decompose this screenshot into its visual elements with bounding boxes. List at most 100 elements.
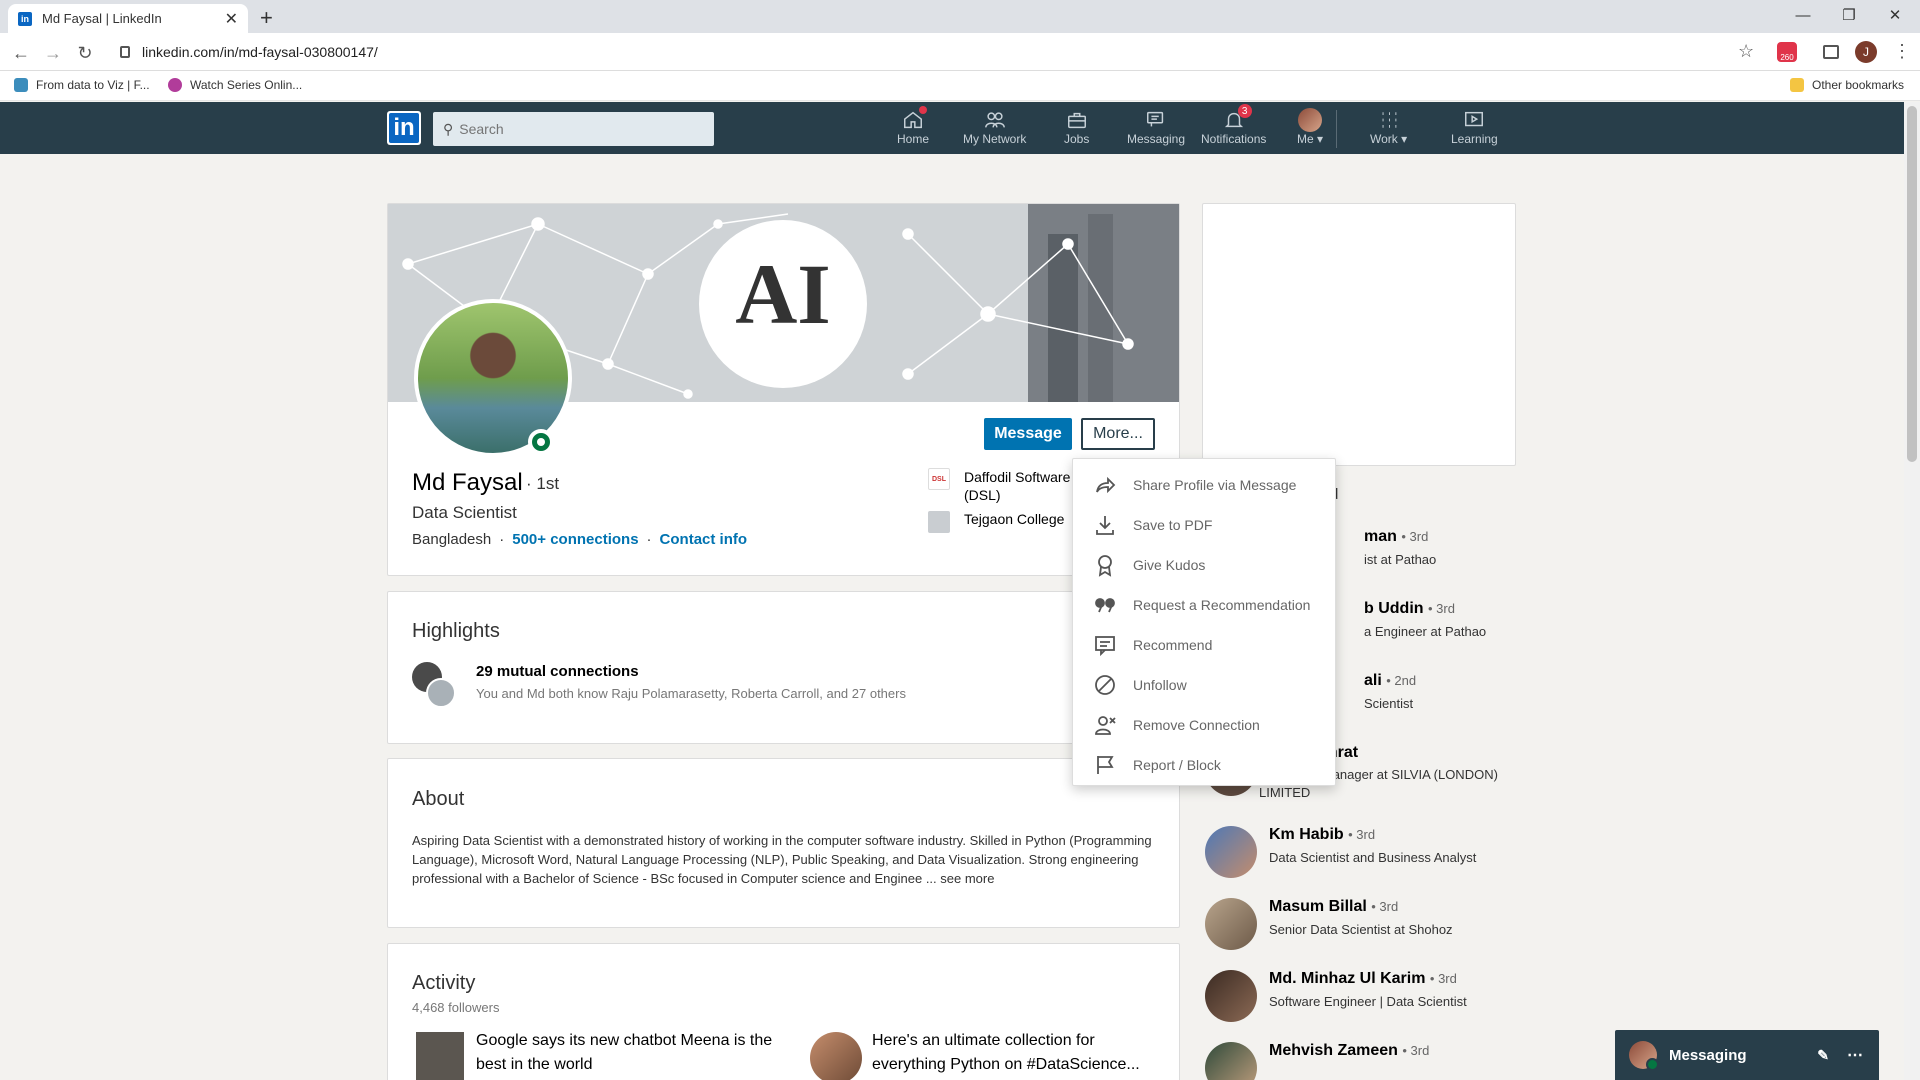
school-name: Tejgaon College [964,511,1065,527]
activity-post[interactable]: Google says its new chatbot Meena is the… [476,1029,776,1077]
profile-meta: Bangladesh · 500+ connections · Contact … [412,531,747,548]
tab-title: Md Faysal | LinkedIn [42,11,162,26]
search-box[interactable]: ⚲ [433,112,714,146]
person-name: Km Habib [1269,826,1344,843]
window-close-icon[interactable]: ✕ [1872,0,1918,30]
linkedin-logo-icon[interactable]: in [387,111,421,145]
post-thumbnail[interactable] [416,1032,464,1080]
person-avatar [1205,826,1257,878]
download-icon [1096,516,1114,535]
browser-menu-icon[interactable]: ⋮ [1893,41,1911,62]
activity-card: Activity 4,468 followers Google says its… [387,943,1180,1080]
bookmark-star-icon[interactable]: ☆ [1738,41,1754,62]
nav-divider [1336,110,1337,148]
mutual-avatars[interactable] [412,662,456,708]
connections-link[interactable]: 500+ connections [512,531,638,548]
highlights-card: Highlights 29 mutual connections You and… [387,591,1180,744]
post-author-avatar[interactable] [810,1032,862,1080]
browser-tab-bar: in Md Faysal | LinkedIn ✕ + — ❐ ✕ [0,0,1920,33]
person-name: ali [1364,672,1382,689]
save-pdf-item[interactable]: Save to PDF [1073,505,1335,545]
bookmark-item[interactable]: Watch Series Onlin... [168,78,302,92]
nav-work[interactable]: Work ▾ [1370,108,1407,146]
forward-icon[interactable]: → [40,40,66,66]
person-degree: • 3rd [1348,827,1376,842]
mutual-connections-title[interactable]: 29 mutual connections [476,663,639,680]
suggested-person[interactable]: Km Habib • 3rd Data Scientist and Busine… [1205,826,1476,878]
compose-icon[interactable]: ✎ [1817,1047,1829,1064]
nav-home[interactable]: Home [897,106,929,146]
separator: · [646,531,652,548]
person-degree: • 2nd [1386,673,1417,688]
nav-jobs[interactable]: Jobs [1064,108,1089,146]
messaging-avatar [1629,1041,1659,1071]
more-button[interactable]: More... [1081,418,1155,450]
nav-me[interactable]: Me ▾ [1297,108,1323,146]
nav-my-network[interactable]: My Network [963,108,1026,146]
page-scrollbar[interactable] [1904,102,1920,1080]
person-headline: Senior Data Scientist at Shohoz [1269,922,1453,937]
unfollow-item[interactable]: Unfollow [1073,665,1335,705]
scrollbar-thumb[interactable] [1907,106,1917,462]
chat-icon [1144,108,1168,132]
menu-item-label: Unfollow [1133,677,1187,693]
new-tab-icon[interactable]: + [260,5,273,31]
bookmark-item[interactable]: From data to Viz | F... [14,78,150,92]
search-icon: ⚲ [443,120,454,137]
remove-connection-item[interactable]: Remove Connection [1073,705,1335,745]
browser-tab[interactable]: in Md Faysal | LinkedIn ✕ [8,4,248,33]
media-icon[interactable] [1823,45,1839,59]
other-bookmarks[interactable]: Other bookmarks [1790,78,1904,92]
give-kudos-item[interactable]: Give Kudos [1073,545,1335,585]
message-button[interactable]: Message [984,418,1072,450]
mutual-connections-detail: You and Md both know Raju Polamarasetty,… [476,686,906,701]
folder-icon [1790,78,1804,92]
url-text: linkedin.com/in/md-faysal-030800147/ [142,44,378,60]
reload-icon[interactable]: ↻ [72,40,98,66]
see-more-link[interactable]: ... see more [926,871,995,886]
experience-item[interactable]: DSL Daffodil Software (DSL) [928,468,1070,504]
nav-learning[interactable]: Learning [1451,108,1498,146]
nav-messaging[interactable]: Messaging [1127,108,1185,146]
back-icon[interactable]: ← [8,40,34,66]
bookmark-label: From data to Viz | F... [36,78,150,92]
profile-card: AI Message More... Md Faysal · 1st Data … [387,203,1180,576]
close-tab-icon[interactable]: ✕ [225,9,238,29]
activity-title: Activity [412,972,476,994]
person-name: Md. Minhaz Ul Karim [1269,970,1426,987]
network-icon [983,108,1007,132]
person-headline: a Engineer at Pathao [1364,624,1487,639]
bookmark-label: Watch Series Onlin... [190,78,303,92]
suggested-person[interactable]: Mehvish Zameen • 3rd [1205,1042,1429,1080]
about-text: Aspiring Data Scientist with a demonstra… [412,831,1157,888]
browser-profile-avatar[interactable]: J [1855,41,1877,63]
avatar-icon [1298,108,1323,132]
messaging-bar[interactable]: Messaging ✎ ⋯ [1615,1030,1879,1080]
suggested-person[interactable]: Md. Minhaz Ul Karim • 3rd Software Engin… [1205,970,1467,1022]
report-block-item[interactable]: Report / Block [1073,745,1335,785]
online-status-icon [528,429,554,455]
minimize-icon[interactable]: — [1780,0,1826,30]
suggested-person[interactable]: Masum Billal • 3rd Senior Data Scientist… [1205,898,1453,950]
bookmarks-bar: From data to Viz | F... Watch Series Onl… [0,71,1920,101]
person-name: Masum Billal [1269,898,1367,915]
education-item[interactable]: Tejgaon College [928,511,1064,533]
share-profile-item[interactable]: Share Profile via Message [1073,465,1335,505]
restore-icon[interactable]: ❐ [1826,0,1872,30]
extension-icon[interactable]: 260 [1777,42,1797,62]
connection-degree: · 1st [526,474,560,493]
search-input[interactable] [459,121,700,137]
more-options-icon[interactable]: ⋯ [1847,1045,1863,1065]
recommend-item[interactable]: Recommend [1073,625,1335,665]
block-icon [1095,675,1115,695]
company-logo-icon: DSL [928,468,950,490]
menu-item-label: Save to PDF [1133,517,1213,533]
address-bar[interactable]: linkedin.com/in/md-faysal-030800147/ [110,37,1760,67]
contact-info-link[interactable]: Contact info [660,531,748,548]
nav-notifications[interactable]: 3 Notifications [1201,104,1266,146]
person-avatar [1205,898,1257,950]
activity-post[interactable]: Here's an ultimate collection for everyt… [872,1029,1162,1077]
remove-user-icon [1095,716,1116,735]
request-recommendation-item[interactable]: Request a Recommendation [1073,585,1335,625]
followers-count: 4,468 followers [412,1000,500,1015]
